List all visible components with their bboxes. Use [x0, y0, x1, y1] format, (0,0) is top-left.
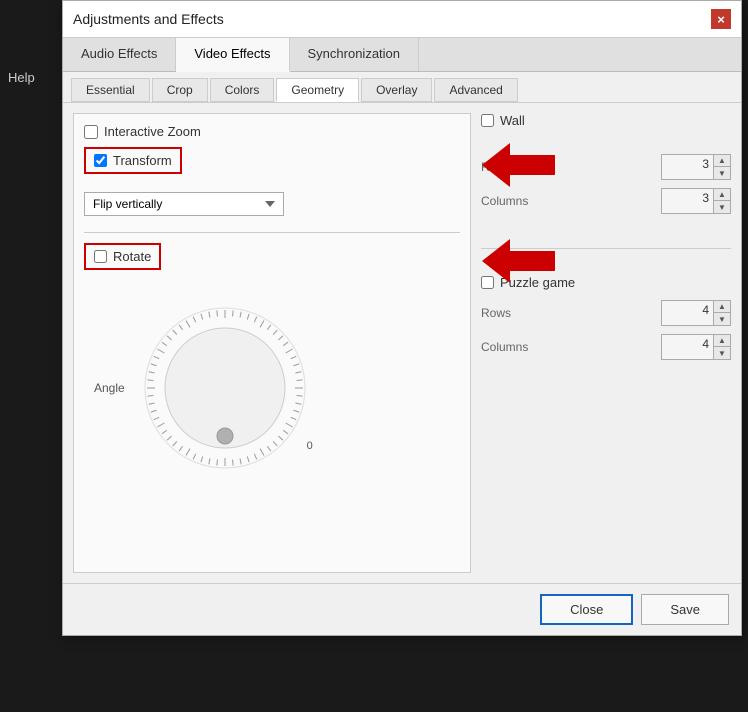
content-area: Interactive Zoom Transform — [63, 103, 741, 583]
wall-columns-label: Columns — [481, 194, 528, 208]
rotate-arrow-head — [482, 239, 510, 283]
rotate-arrow-body — [510, 251, 555, 271]
puzzle-rows-label: Rows — [481, 306, 511, 320]
close-button[interactable]: Close — [540, 594, 633, 625]
transform-checkbox[interactable] — [94, 154, 107, 167]
rotate-red-box: Rotate — [84, 243, 161, 270]
dial-wrapper[interactable]: 0 — [135, 298, 315, 478]
wall-rows-spinner-buttons: ▲ ▼ — [713, 155, 730, 179]
wall-columns-up-button[interactable]: ▲ — [714, 189, 730, 201]
transform-red-box: Transform — [84, 147, 182, 174]
dialog-footer: Close Save — [63, 583, 741, 635]
help-label: Help — [8, 70, 35, 85]
puzzle-columns-down-button[interactable]: ▼ — [714, 347, 730, 359]
dialog-titlebar: Adjustments and Effects × — [63, 1, 741, 38]
wall-rows-up-button[interactable]: ▲ — [714, 155, 730, 167]
wall-row: Wall — [481, 113, 731, 128]
main-dialog: Adjustments and Effects × Audio Effects … — [62, 0, 742, 636]
flip-dropdown-row: Flip vertically Flip horizontally None — [84, 192, 460, 216]
wall-rows-value: 3 — [662, 155, 713, 179]
puzzle-columns-label: Columns — [481, 340, 528, 354]
dialog-wrapper: Adjustments and Effects × Audio Effects … — [62, 0, 748, 636]
transform-row-container: Transform — [84, 147, 460, 182]
puzzle-rows-value: 4 — [662, 301, 713, 325]
wall-label: Wall — [500, 113, 525, 128]
sub-tabs: Essential Crop Colors Geometry Overlay A… — [63, 72, 741, 103]
sub-tab-crop[interactable]: Crop — [152, 78, 208, 102]
puzzle-rows-spinner-buttons: ▲ ▼ — [713, 301, 730, 325]
sub-tab-advanced[interactable]: Advanced — [434, 78, 517, 102]
rotate-label: Rotate — [113, 249, 151, 264]
wall-columns-spinner-buttons: ▲ ▼ — [713, 189, 730, 213]
rotate-checkbox[interactable] — [94, 250, 107, 263]
interactive-zoom-row: Interactive Zoom — [84, 124, 460, 139]
wall-columns-spinner: 3 ▲ ▼ — [661, 188, 731, 214]
window-close-button[interactable]: × — [711, 9, 731, 29]
puzzle-rows-row: Rows 4 ▲ ▼ — [481, 300, 731, 326]
zero-label: 0 — [307, 440, 313, 452]
section-divider-1 — [84, 232, 460, 233]
sub-tab-essential[interactable]: Essential — [71, 78, 150, 102]
rotate-arrow — [482, 239, 555, 283]
flip-dropdown[interactable]: Flip vertically Flip horizontally None — [84, 192, 284, 216]
puzzle-columns-value: 4 — [662, 335, 713, 359]
wall-columns-down-button[interactable]: ▼ — [714, 201, 730, 213]
wall-rows-spinner: 3 ▲ ▼ — [661, 154, 731, 180]
transform-label: Transform — [113, 153, 172, 168]
puzzle-columns-spinner: 4 ▲ ▼ — [661, 334, 731, 360]
help-sidebar: Help — [0, 0, 62, 712]
wall-checkbox[interactable] — [481, 114, 494, 127]
rotate-row-container: Rotate — [84, 243, 460, 278]
arrow-body — [510, 155, 555, 175]
puzzle-section: Puzzle game Rows 4 ▲ ▼ Columns — [481, 275, 731, 368]
dial-svg — [135, 298, 315, 478]
puzzle-columns-spinner-buttons: ▲ ▼ — [713, 335, 730, 359]
puzzle-rows-spinner: 4 ▲ ▼ — [661, 300, 731, 326]
puzzle-columns-row: Columns 4 ▲ ▼ — [481, 334, 731, 360]
puzzle-rows-up-button[interactable]: ▲ — [714, 301, 730, 313]
wall-columns-row: Columns 3 ▲ ▼ — [481, 188, 731, 214]
tab-audio-effects[interactable]: Audio Effects — [63, 38, 176, 71]
transform-arrow — [482, 143, 555, 187]
arrow-head — [482, 143, 510, 187]
interactive-zoom-label: Interactive Zoom — [104, 124, 201, 139]
wall-columns-value: 3 — [662, 189, 713, 213]
left-panel: Interactive Zoom Transform — [73, 113, 471, 573]
puzzle-columns-up-button[interactable]: ▲ — [714, 335, 730, 347]
save-button[interactable]: Save — [641, 594, 729, 625]
tab-video-effects[interactable]: Video Effects — [176, 38, 289, 72]
tab-synchronization[interactable]: Synchronization — [290, 38, 420, 71]
top-tabs: Audio Effects Video Effects Synchronizat… — [63, 38, 741, 72]
dial-container: Angle — [84, 298, 460, 478]
puzzle-rows-down-button[interactable]: ▼ — [714, 313, 730, 325]
angle-label: Angle — [94, 381, 125, 395]
sub-tab-colors[interactable]: Colors — [210, 78, 275, 102]
wall-rows-down-button[interactable]: ▼ — [714, 167, 730, 179]
interactive-zoom-checkbox[interactable] — [84, 125, 98, 139]
sub-tab-geometry[interactable]: Geometry — [276, 78, 359, 102]
dialog-title: Adjustments and Effects — [73, 11, 224, 27]
sub-tab-overlay[interactable]: Overlay — [361, 78, 432, 102]
